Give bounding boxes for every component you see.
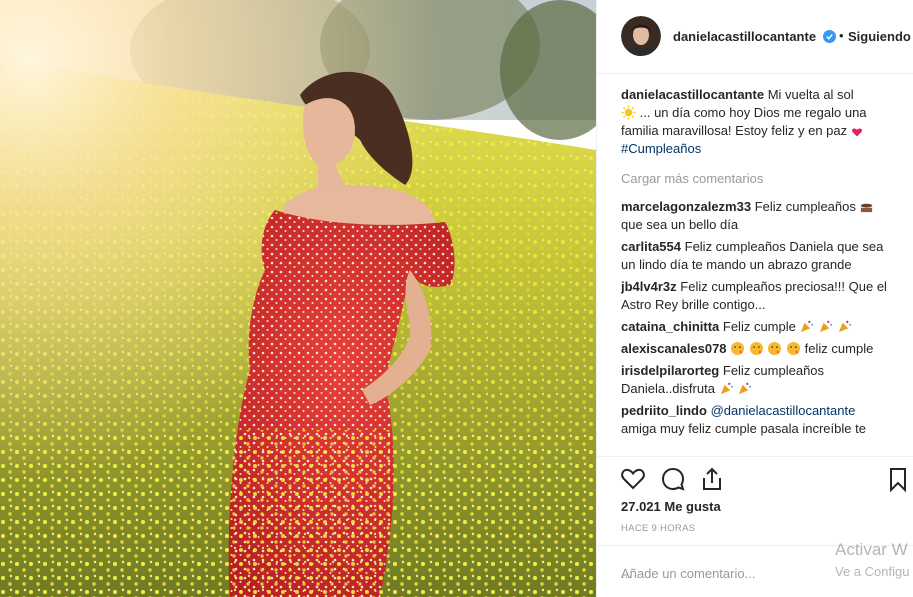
photo-image — [0, 0, 596, 597]
bookmark-icon[interactable] — [884, 465, 912, 493]
caption-text-1: Mi vuelta al sol — [767, 87, 854, 102]
comment-text: Feliz cumpleaños — [754, 199, 856, 214]
party-popper-emoji-icon — [801, 320, 814, 333]
comment-list[interactable]: danielacastillocantante Mi vuelta al sol… — [621, 86, 901, 456]
add-comment-placeholder[interactable]: Añade un comentario... — [621, 566, 755, 581]
comment-item: alexiscanales078 feliz cumple — [621, 340, 901, 358]
comment-username[interactable]: marcelagonzalezm33 — [621, 199, 751, 214]
verified-icon — [823, 30, 836, 43]
caption-text-2: ... un día como hoy Dios me regalo una f… — [621, 105, 867, 138]
post-photo[interactable] — [0, 0, 596, 597]
action-bar — [597, 456, 913, 496]
party-popper-emoji-icon — [838, 320, 851, 333]
comment-username[interactable]: jb4lv4r3z — [621, 279, 677, 294]
comment-username[interactable]: cataina_chinitta — [621, 319, 719, 334]
comment-username[interactable]: alexiscanales078 — [621, 341, 727, 356]
comment-icon[interactable] — [659, 465, 687, 493]
separator-dot: • — [839, 28, 844, 43]
comment-item: marcelagonzalezm33 Feliz cumpleaños que … — [621, 198, 901, 234]
sun-emoji-icon — [621, 105, 636, 120]
heart-icon[interactable] — [619, 465, 647, 493]
kiss-emoji-icon — [768, 341, 782, 356]
post-timestamp: HACE 9 HORAS — [621, 523, 696, 534]
party-popper-emoji-icon — [739, 382, 752, 395]
kiss-emoji-icon — [786, 341, 801, 356]
comment-item: pedriito_lindo @danielacastillocantante … — [621, 402, 901, 438]
kiss-emoji-icon — [731, 341, 745, 356]
comment-text: amiga muy feliz cumple pasala increíble … — [621, 421, 866, 436]
comment-item: jb4lv4r3z Feliz cumpleaños preciosa!!! Q… — [621, 278, 901, 314]
heart-emoji-icon — [851, 128, 862, 137]
post-panel: danielacastillocantante • Siguiendo dani… — [596, 0, 913, 597]
kiss-emoji-icon — [749, 341, 763, 356]
party-popper-emoji-icon — [720, 382, 733, 395]
comment-username[interactable]: pedriito_lindo — [621, 403, 707, 418]
avatar[interactable] — [621, 16, 661, 56]
comment-item: carlita554 Feliz cumpleaños Daniela que … — [621, 238, 901, 274]
comment-text: feliz cumple — [804, 341, 874, 356]
windows-activation-watermark: Activar W — [835, 540, 908, 559]
more-options-icon[interactable]: ... — [621, 566, 632, 581]
comment-text-2: que sea un bello día — [621, 217, 739, 232]
comment-username[interactable]: carlita554 — [621, 239, 681, 254]
comment-text: Feliz cumple — [722, 319, 796, 334]
caption: danielacastillocantante Mi vuelta al sol… — [621, 86, 901, 158]
comment-username[interactable]: irisdelpilarorteg — [621, 363, 719, 378]
hashtag-link[interactable]: #Cumpleaños — [621, 141, 701, 156]
windows-activation-subtext: Ve a Configu — [835, 564, 910, 579]
caption-username[interactable]: danielacastillocantante — [621, 87, 764, 102]
load-more-comments-link[interactable]: Cargar más comentarios — [621, 170, 901, 188]
mention-link[interactable]: @danielacastillocantante — [711, 403, 856, 418]
post-header: danielacastillocantante • Siguiendo — [597, 0, 913, 74]
comment-item: cataina_chinitta Feliz cumple — [621, 318, 901, 336]
following-button[interactable]: Siguiendo — [848, 29, 911, 44]
cake-emoji-icon — [861, 203, 873, 213]
comment-item: irisdelpilarorteg Feliz cumpleaños Danie… — [621, 362, 901, 398]
likes-count[interactable]: 27.021 Me gusta — [621, 499, 721, 514]
party-popper-emoji-icon — [819, 320, 833, 333]
share-icon[interactable] — [698, 465, 726, 493]
header-username[interactable]: danielacastillocantante — [673, 29, 816, 44]
